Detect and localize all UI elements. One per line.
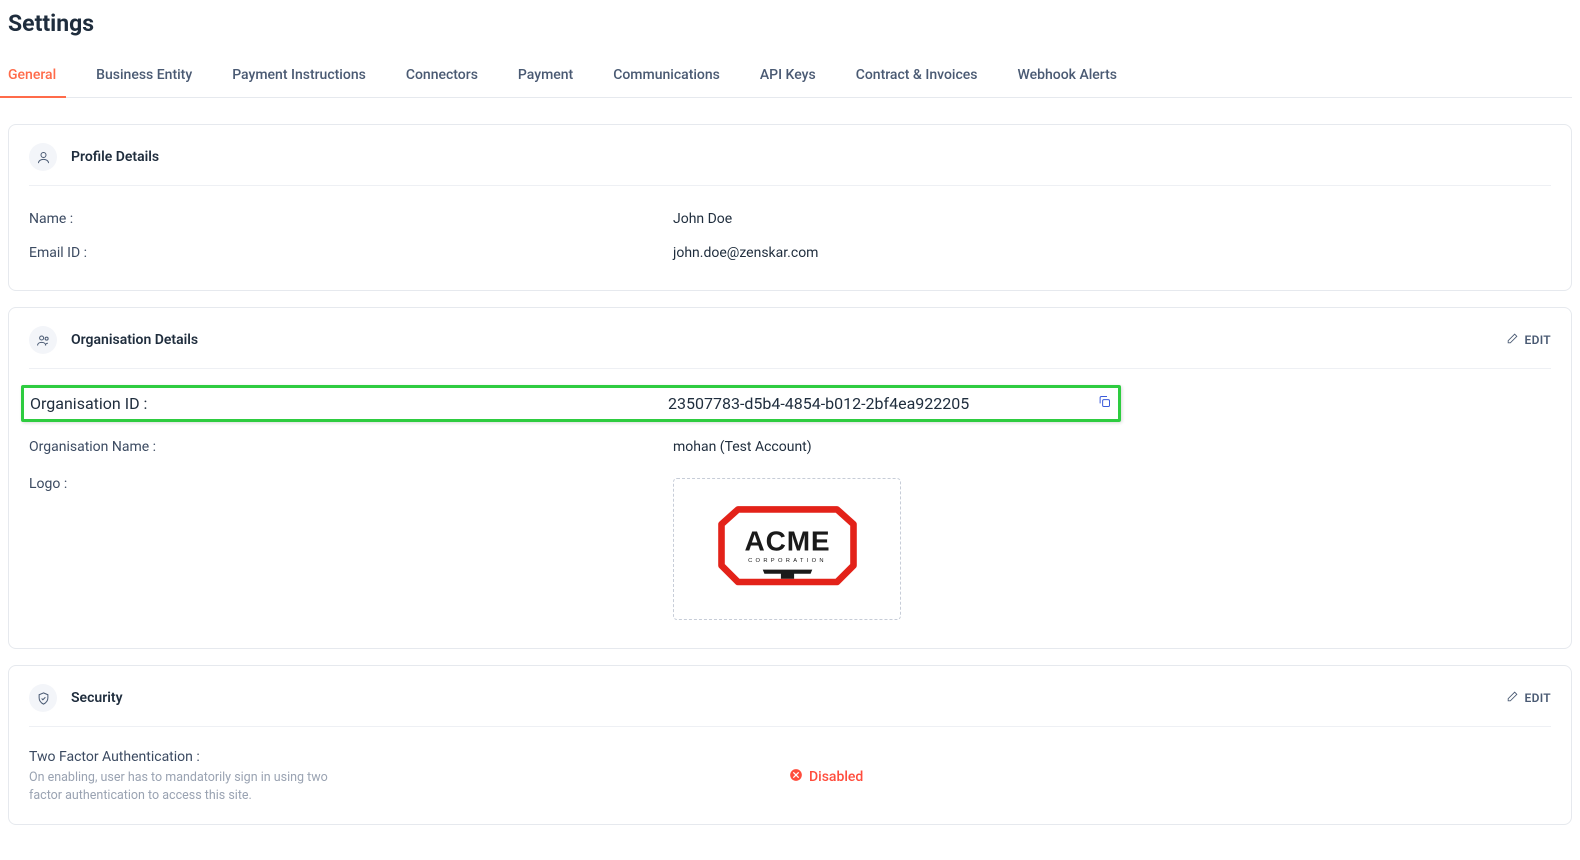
organisation-details-card: Organisation Details EDIT Organisation I… [8,307,1572,649]
disabled-status-icon [789,768,803,786]
organisation-card-header: Organisation Details EDIT [29,326,1551,369]
organisation-id-value: 23507783-d5b4-4854-b012-2bf4ea922205 [668,394,969,413]
security-card-title: Security [71,690,123,706]
organisation-name-value: mohan (Test Account) [673,439,812,455]
copy-icon[interactable] [1097,394,1112,413]
tab-communications[interactable]: Communications [613,55,720,97]
tab-connectors[interactable]: Connectors [406,55,478,97]
profile-card-title: Profile Details [71,149,159,165]
organisation-name-label: Organisation Name : [29,439,673,455]
person-icon [29,143,57,171]
tab-api-keys[interactable]: API Keys [760,55,816,97]
tab-general[interactable]: General [8,55,56,97]
organisation-logo-label: Logo : [29,472,673,492]
organisation-logo-row: Logo : ACME CORPORATION [29,464,1551,628]
profile-name-label: Name : [29,211,673,227]
tab-webhook-alerts[interactable]: Webhook Alerts [1018,55,1117,97]
tabs-bar: General Business Entity Payment Instruct… [8,55,1572,98]
svg-text:CORPORATION: CORPORATION [748,558,827,564]
tab-payment[interactable]: Payment [518,55,573,97]
tab-payment-instructions[interactable]: Payment Instructions [232,55,366,97]
organisation-id-label: Organisation ID : [30,394,668,413]
security-edit-label: EDIT [1525,691,1551,705]
acme-logo: ACME CORPORATION [705,499,870,599]
tfa-row: Two Factor Authentication : On enabling,… [29,743,1551,804]
organisation-edit-label: EDIT [1525,333,1551,347]
profile-card-header: Profile Details [29,143,1551,186]
tfa-helper-text: On enabling, user has to mandatorily sig… [29,769,339,804]
tab-business-entity[interactable]: Business Entity [96,55,192,97]
organisation-edit-button[interactable]: EDIT [1506,332,1551,348]
security-edit-button[interactable]: EDIT [1506,690,1551,706]
tab-contract-invoices[interactable]: Contract & Invoices [856,55,978,97]
organisation-card-title: Organisation Details [71,332,198,348]
shield-icon [29,684,57,712]
profile-email-value: john.doe@zenskar.com [673,245,818,261]
profile-email-row: Email ID : john.doe@zenskar.com [29,236,1551,270]
svg-text:ACME: ACME [744,526,830,557]
profile-email-label: Email ID : [29,245,673,261]
page-title: Settings [8,10,1572,37]
people-icon [29,326,57,354]
security-card-header: Security EDIT [29,684,1551,727]
tfa-label: Two Factor Authentication : [29,749,789,765]
profile-name-row: Name : John Doe [29,202,1551,236]
organisation-id-row: Organisation ID : 23507783-d5b4-4854-b01… [21,385,1121,422]
profile-details-card: Profile Details Name : John Doe Email ID… [8,124,1572,291]
organisation-logo-box: ACME CORPORATION [673,478,901,620]
security-card: Security EDIT Two Factor Authentication … [8,665,1572,825]
pencil-icon [1506,690,1519,706]
tfa-status: Disabled [789,749,863,804]
organisation-name-row: Organisation Name : mohan (Test Account) [29,430,1551,464]
profile-name-value: John Doe [673,211,732,227]
tfa-status-text: Disabled [809,769,863,785]
pencil-icon [1506,332,1519,348]
